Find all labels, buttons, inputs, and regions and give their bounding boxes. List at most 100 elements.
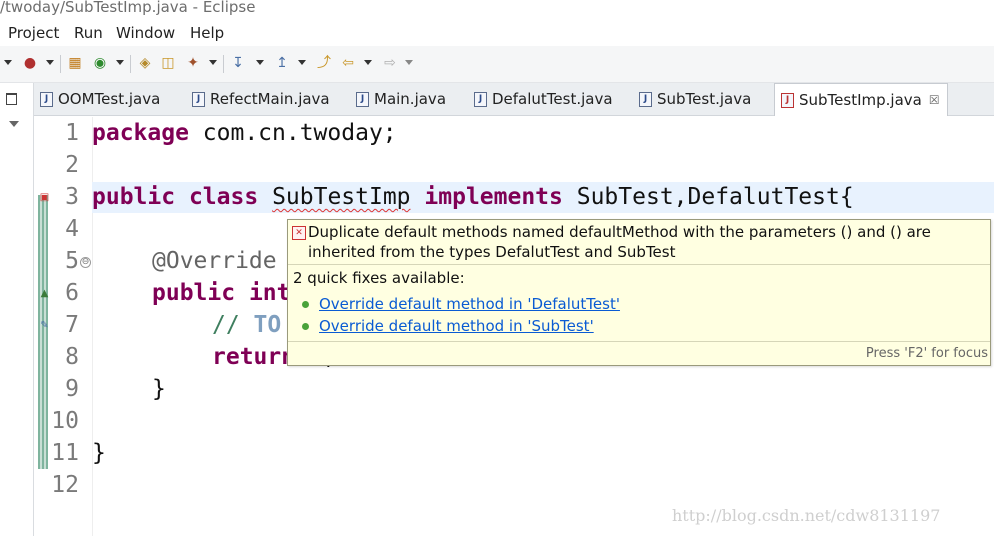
keyword: public <box>152 280 236 306</box>
new-package-icon[interactable]: ▦ <box>67 55 83 71</box>
menu-run[interactable]: Run <box>74 24 103 42</box>
last-edit-icon[interactable]: ⤴ <box>316 55 332 71</box>
gutter-divider <box>92 117 93 536</box>
line-number: 1 <box>65 120 79 146</box>
interfaces-list: SubTest,DefalutTest{ <box>562 184 854 210</box>
comment: // <box>212 312 254 338</box>
tab-label: OOMTest.java <box>58 90 161 108</box>
next-annotation-icon[interactable]: ↧ <box>230 55 246 71</box>
line-number: 10 <box>51 408 79 434</box>
editor-tab-bar: J OOMTest.java J RefectMain.java J Main.… <box>34 83 994 116</box>
java-file-icon: J <box>474 91 487 107</box>
keyword: package <box>92 120 189 146</box>
toolbar-separator <box>60 55 61 73</box>
line-number: 7 <box>65 312 79 338</box>
bullet-icon <box>302 322 309 330</box>
java-file-icon: J <box>40 91 53 107</box>
title-bar: /twoday/SubTestImp.java - Eclipse <box>0 0 994 20</box>
error-hover-popup[interactable]: ✕ Duplicate default methods named defaul… <box>287 219 991 366</box>
line-number: 4 <box>65 216 79 242</box>
code-line-11: } <box>92 440 106 466</box>
quick-fix-item[interactable]: Override default method in 'SubTest' <box>302 317 594 335</box>
menu-help[interactable]: Help <box>190 24 224 42</box>
quick-fix-header: 2 quick fixes available: <box>293 269 465 287</box>
toolbar-separator <box>223 55 224 73</box>
tab-defaluttest[interactable]: J DefalutTest.java <box>468 83 613 115</box>
error-message: Duplicate default methods named defaultM… <box>308 223 931 261</box>
menu-project[interactable]: Project <box>8 24 59 42</box>
line-number: 8 <box>65 344 79 370</box>
tab-label: SubTestImp.java <box>799 91 922 109</box>
watermark: http://blog.csdn.net/cdw8131197 <box>672 506 941 525</box>
error-icon: ✕ <box>292 226 306 240</box>
quick-diff-bar <box>38 195 48 469</box>
main-toolbar: ● ▦ ◉ ◈ ◫ ✦ ↧ ↥ ⤴ ⇦ ⇨ <box>0 46 994 83</box>
chevron-down-icon[interactable] <box>256 60 264 65</box>
chevron-down-icon[interactable] <box>46 60 54 65</box>
divider <box>288 264 990 265</box>
code-line-7: // TO <box>212 312 281 338</box>
line-number: 6 <box>65 280 79 306</box>
line-number: 2 <box>65 152 79 178</box>
restore-icon[interactable] <box>6 93 17 105</box>
chevron-down-icon[interactable] <box>405 60 413 65</box>
close-icon[interactable]: ☒ <box>929 93 940 107</box>
left-trim-bar <box>0 83 34 536</box>
keyword: int <box>248 280 291 306</box>
quick-fix-link-subtest[interactable]: Override default method in 'SubTest' <box>319 317 594 335</box>
quick-fix-item[interactable]: Override default method in 'DefalutTest' <box>302 295 620 313</box>
line-number: 3 <box>65 184 79 210</box>
tab-refectmain[interactable]: J RefectMain.java <box>186 83 330 115</box>
keyword: class <box>188 184 259 210</box>
bullet-icon <box>302 300 309 308</box>
code-line-6: public int <box>152 280 291 306</box>
java-file-icon: J <box>639 91 652 107</box>
code-line-5: @Override <box>152 248 277 274</box>
chevron-down-icon[interactable] <box>298 60 306 65</box>
code-line-1: package com.cn.twoday; <box>92 120 397 146</box>
open-type-icon[interactable]: ◈ <box>137 55 153 71</box>
search-icon[interactable]: ✦ <box>185 55 201 71</box>
line-number: 11 <box>51 440 79 466</box>
forward-arrow-icon[interactable]: ⇨ <box>382 55 398 71</box>
open-folder-icon[interactable]: ◫ <box>160 55 176 71</box>
tab-main[interactable]: J Main.java <box>350 83 446 115</box>
tab-label: Main.java <box>374 90 447 108</box>
divider <box>288 341 990 342</box>
toolbar-separator <box>130 55 131 73</box>
keyword: return <box>212 344 296 370</box>
focus-hint: Press 'F2' for focus <box>865 346 988 361</box>
annotation: @Override <box>152 248 277 274</box>
back-arrow-icon[interactable]: ⇦ <box>340 55 356 71</box>
line-number: 12 <box>51 472 79 498</box>
fold-toggle-icon[interactable]: ⊖ <box>80 257 91 268</box>
chevron-down-icon[interactable] <box>116 60 124 65</box>
quick-fix-link-defaluttest[interactable]: Override default method in 'DefalutTest' <box>319 295 620 313</box>
line-number: 5 <box>65 248 79 274</box>
run-icon[interactable]: ◉ <box>92 55 108 71</box>
task-tag: TO <box>253 312 282 338</box>
debug-icon[interactable]: ● <box>22 55 38 71</box>
chevron-down-icon[interactable] <box>364 60 372 65</box>
menu-window[interactable]: Window <box>116 24 175 42</box>
code-line-9: } <box>152 376 166 402</box>
menu-bar: Project Run Window Help <box>0 20 994 46</box>
keyword: public <box>92 184 176 210</box>
previous-annotation-icon[interactable]: ↥ <box>274 55 290 71</box>
keyword: implements <box>424 184 563 210</box>
line-number: 9 <box>65 376 79 402</box>
error-class-name[interactable]: SubTestImp <box>272 184 410 210</box>
tab-label: RefectMain.java <box>210 90 330 108</box>
java-error-file-icon: J <box>781 92 794 108</box>
tab-label: DefalutTest.java <box>492 90 613 108</box>
java-file-icon: J <box>356 91 369 107</box>
tab-label: SubTest.java <box>657 90 752 108</box>
code-line-3: public class SubTestImp implements SubTe… <box>92 184 854 210</box>
chevron-down-icon[interactable] <box>209 60 217 65</box>
view-menu-icon[interactable] <box>9 121 19 127</box>
java-file-icon: J <box>192 91 205 107</box>
tab-subtest[interactable]: J SubTest.java <box>633 83 751 115</box>
tab-subtestimp[interactable]: J SubTestImp.java ☒ <box>774 83 948 116</box>
chevron-down-icon[interactable] <box>4 60 12 65</box>
tab-oomtest[interactable]: J OOMTest.java <box>34 83 160 115</box>
